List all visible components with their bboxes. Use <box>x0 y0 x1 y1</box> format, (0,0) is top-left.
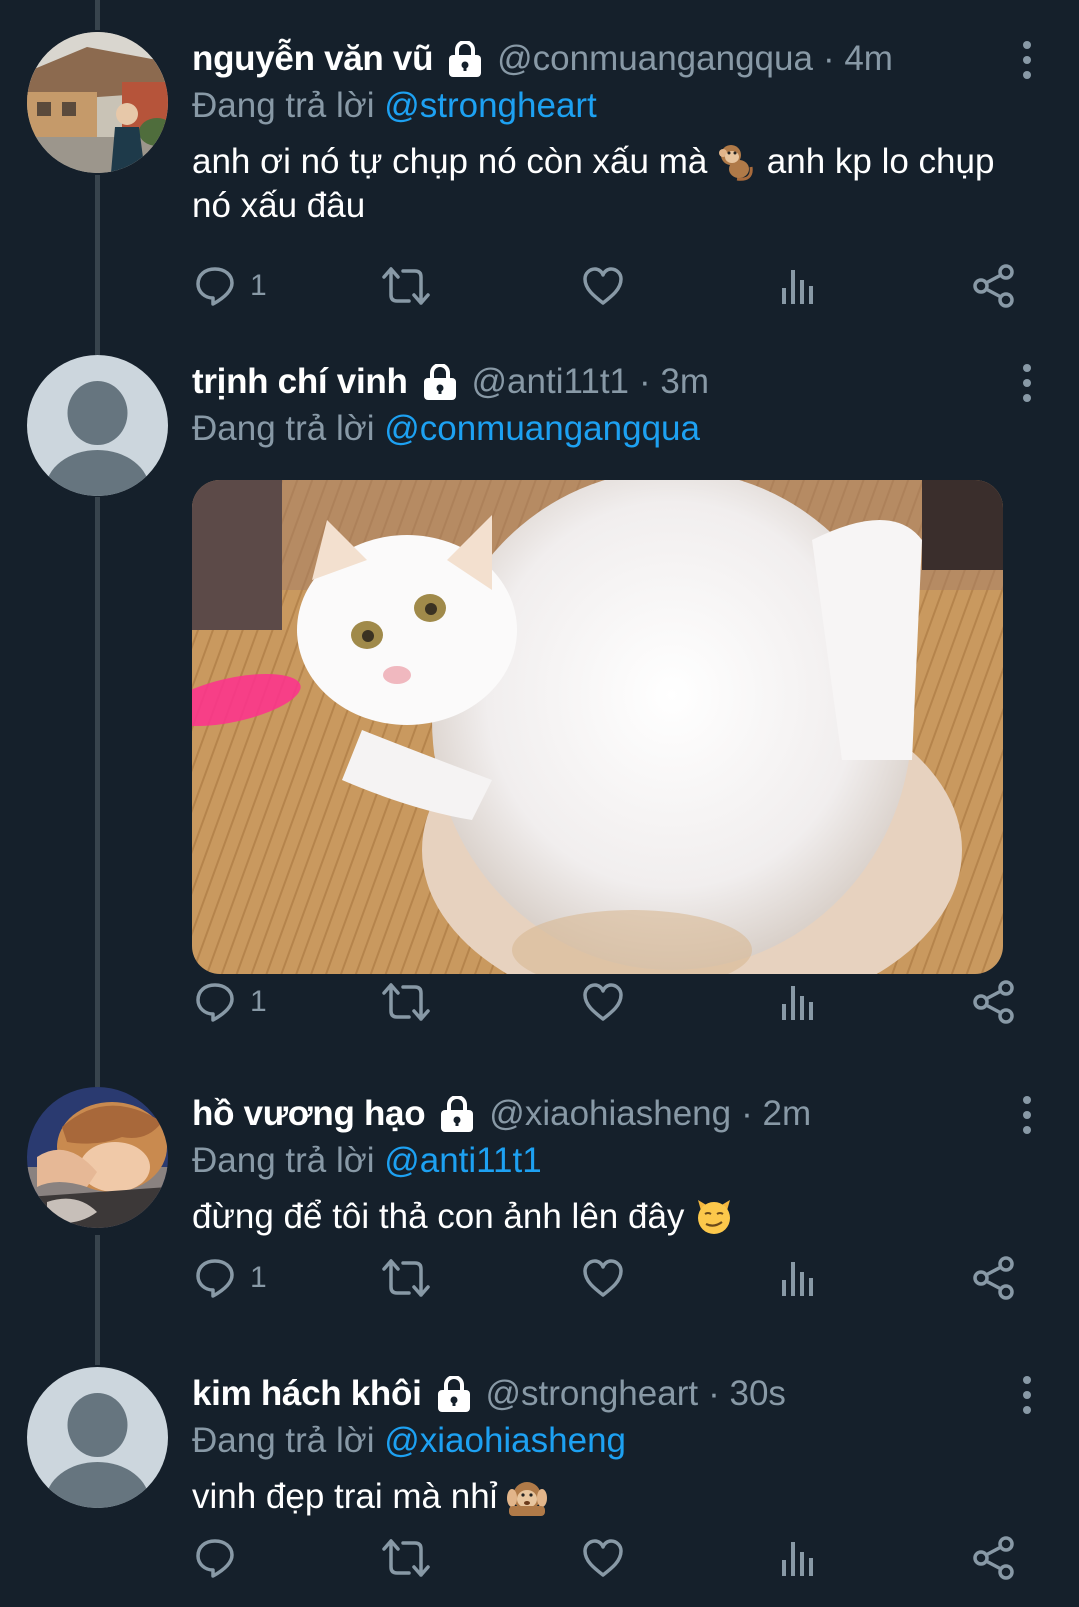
timestamp[interactable]: · 4m <box>823 39 893 79</box>
mention-link[interactable]: @conmuangangqua <box>384 409 700 448</box>
more-options-icon[interactable] <box>1017 1095 1037 1135</box>
share-button[interactable] <box>972 977 1016 1027</box>
share-icon <box>973 1536 1014 1580</box>
reply-count: 1 <box>250 269 267 302</box>
analytics-button[interactable] <box>780 1253 816 1303</box>
share-button[interactable] <box>972 1253 1016 1303</box>
share-icon <box>973 264 1014 308</box>
mention-link[interactable]: @strongheart <box>384 86 597 125</box>
display-name[interactable]: kim hách khôi <box>192 1374 422 1414</box>
avatar[interactable] <box>27 32 168 173</box>
replying-to: Đang trả lời @anti11t1 <box>192 1139 1039 1183</box>
replying-prefix: Đang trả lời <box>192 1141 375 1180</box>
analytics-button[interactable] <box>780 977 816 1027</box>
tweet-header: kim hách khôi @strongheart · 30s <box>192 1369 1039 1419</box>
retweet-button[interactable] <box>382 261 430 311</box>
retweet-button[interactable] <box>382 1253 430 1303</box>
tweet-text-part: anh ơi nó tự chụp nó còn xấu mà <box>192 142 708 181</box>
replying-prefix: Đang trả lời <box>192 1421 375 1460</box>
like-button[interactable] <box>582 261 624 311</box>
tweet-text-part: đừng để tôi thả con ảnh lên đây <box>192 1197 685 1236</box>
tweet-media-image[interactable] <box>192 480 1003 974</box>
display-name[interactable]: nguyễn văn vũ <box>192 39 433 79</box>
heart-icon <box>583 983 623 1021</box>
share-button[interactable] <box>972 261 1016 311</box>
reply-icon <box>196 267 234 306</box>
analytics-icon <box>782 1262 813 1296</box>
reply-count: 1 <box>250 985 267 1018</box>
retweet-icon <box>382 983 430 1021</box>
analytics-icon <box>782 986 813 1020</box>
reply-button[interactable]: 1 <box>194 1253 267 1303</box>
mention-link[interactable]: @xiaohiasheng <box>384 1421 626 1460</box>
analytics-button[interactable] <box>780 1533 816 1583</box>
tweet-text: đừng để tôi thả con ảnh lên đây <box>192 1195 1039 1239</box>
retweet-icon <box>382 1539 430 1577</box>
more-options-icon[interactable] <box>1017 1375 1037 1415</box>
timestamp[interactable]: · 3m <box>639 362 709 402</box>
hear-no-evil-monkey-emoji-icon <box>507 1476 548 1516</box>
tweet[interactable]: trịnh chí vinh @anti11t1 · 3m Đang trả l… <box>0 355 1079 1085</box>
reply-button[interactable] <box>194 1533 250 1583</box>
tweet-text: vinh đẹp trai mà nhỉ <box>192 1475 1039 1519</box>
monkey-emoji-icon <box>717 141 757 181</box>
display-name[interactable]: trịnh chí vinh <box>192 362 408 402</box>
more-options-icon[interactable] <box>1017 363 1037 403</box>
more-options-icon[interactable] <box>1017 40 1037 80</box>
reply-button[interactable]: 1 <box>194 977 267 1027</box>
retweet-button[interactable] <box>382 977 430 1027</box>
retweet-icon <box>382 1259 430 1297</box>
share-icon <box>973 980 1014 1024</box>
lock-icon <box>437 1095 477 1132</box>
share-icon <box>973 1256 1014 1300</box>
analytics-icon <box>782 270 813 304</box>
reply-icon <box>196 1259 234 1298</box>
analytics-icon <box>782 1542 813 1576</box>
replying-to: Đang trả lời @xiaohiasheng <box>192 1419 1039 1463</box>
reply-count: 1 <box>250 1261 267 1294</box>
share-button[interactable] <box>972 1533 1016 1583</box>
heart-icon <box>583 267 623 305</box>
timestamp[interactable]: · 30s <box>708 1374 786 1414</box>
handle[interactable]: @xiaohiasheng <box>489 1094 731 1134</box>
lock-icon <box>445 40 485 77</box>
timestamp[interactable]: · 2m <box>741 1094 811 1134</box>
heart-icon <box>583 1259 623 1297</box>
handle[interactable]: @strongheart <box>486 1374 699 1414</box>
retweet-icon <box>382 267 430 305</box>
analytics-button[interactable] <box>780 261 816 311</box>
avatar[interactable] <box>27 1367 168 1508</box>
replying-to: Đang trả lời @conmuangangqua <box>192 407 1039 451</box>
reply-icon <box>196 1539 234 1578</box>
avatar[interactable] <box>27 1087 168 1228</box>
like-button[interactable] <box>582 1253 624 1303</box>
handle[interactable]: @anti11t1 <box>472 362 629 402</box>
like-button[interactable] <box>582 977 624 1027</box>
tweet[interactable]: kim hách khôi @strongheart · 30s Đang tr… <box>0 1367 1079 1607</box>
reply-icon <box>196 983 234 1022</box>
mention-link[interactable]: @anti11t1 <box>384 1141 541 1180</box>
tweet-header: trịnh chí vinh @anti11t1 · 3m <box>192 357 1039 407</box>
tweet-text: anh ơi nó tự chụp nó còn xấu mà anh kp l… <box>192 140 1039 228</box>
tweet-header: nguyễn văn vũ @conmuangangqua · 4m <box>192 34 1039 84</box>
tweet[interactable]: hồ vương hạo @xiaohiasheng · 2m Đang trả… <box>0 1087 1079 1367</box>
retweet-button[interactable] <box>382 1533 430 1583</box>
heart-icon <box>583 1539 623 1577</box>
like-button[interactable] <box>582 1533 624 1583</box>
replying-prefix: Đang trả lời <box>192 86 375 125</box>
tweet-text-part: vinh đẹp trai mà nhỉ <box>192 1477 498 1516</box>
handle[interactable]: @conmuangangqua <box>497 39 813 79</box>
smirking-cat-emoji-icon <box>694 1196 734 1236</box>
avatar[interactable] <box>27 355 168 496</box>
lock-icon <box>434 1375 474 1412</box>
reply-button[interactable]: 1 <box>194 261 267 311</box>
display-name[interactable]: hồ vương hạo <box>192 1094 426 1134</box>
replying-prefix: Đang trả lời <box>192 409 375 448</box>
replying-to: Đang trả lời @strongheart <box>192 84 1039 128</box>
tweet[interactable]: nguyễn văn vũ @conmuangangqua · 4m Đang … <box>0 0 1079 355</box>
tweet-header: hồ vương hạo @xiaohiasheng · 2m <box>192 1089 1039 1139</box>
lock-icon <box>420 363 460 400</box>
